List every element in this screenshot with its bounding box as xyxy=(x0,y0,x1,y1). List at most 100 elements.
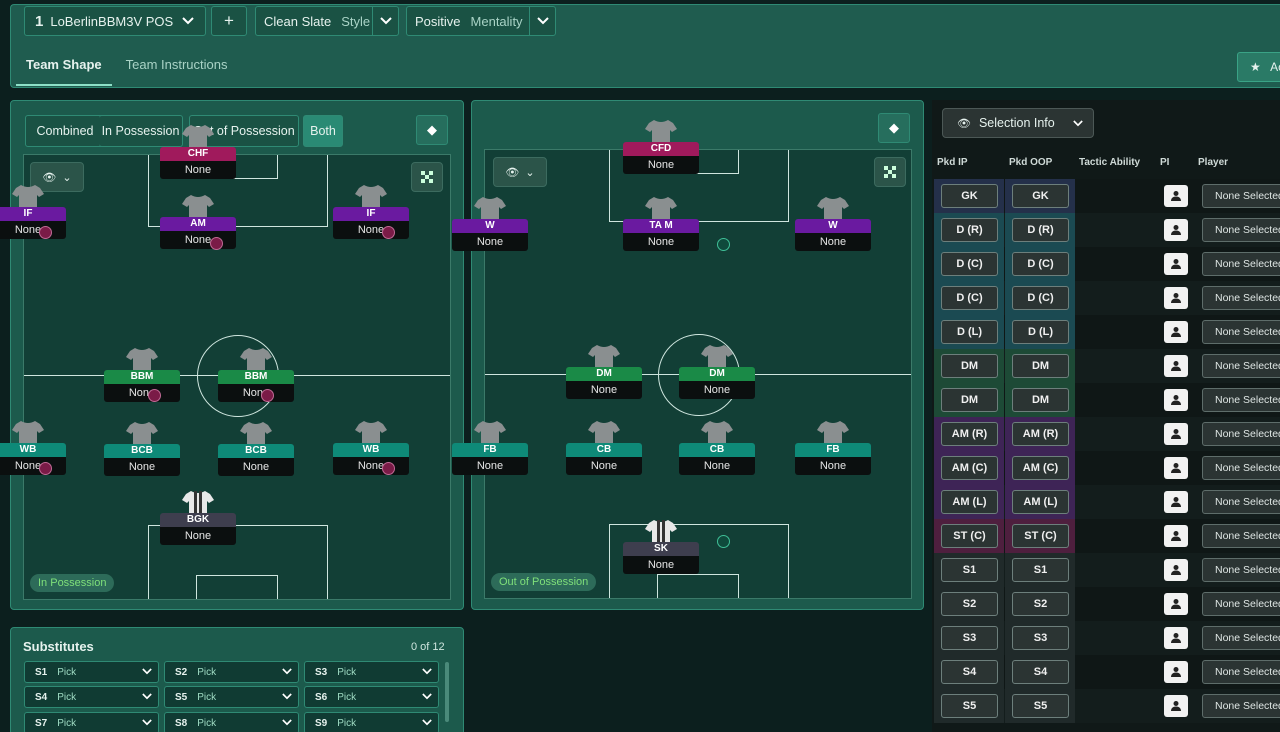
style-dropdown[interactable]: Clean Slate Style xyxy=(255,6,399,36)
position-slot[interactable]: W None xyxy=(452,195,528,251)
pkd-oop-button[interactable]: D (R) xyxy=(1012,218,1069,242)
player-dropdown[interactable]: None Selected xyxy=(1202,456,1280,480)
person-icon[interactable] xyxy=(1164,355,1188,377)
player-dropdown[interactable]: None Selected xyxy=(1202,252,1280,276)
player-dropdown[interactable]: None Selected xyxy=(1202,524,1280,548)
position-slot[interactable]: W None xyxy=(795,195,871,251)
person-icon[interactable] xyxy=(1164,457,1188,479)
person-icon[interactable] xyxy=(1164,627,1188,649)
sub-slot-dropdown[interactable]: S1 Pick xyxy=(24,661,159,683)
pkd-ip-button[interactable]: AM (L) xyxy=(941,490,998,514)
table-row[interactable]: ST (C) ST (C) None Selected xyxy=(934,519,1280,553)
table-row[interactable]: D (C) D (C) None Selected xyxy=(934,247,1280,281)
table-row[interactable]: S1 S1 None Selected xyxy=(934,553,1280,587)
col-pi[interactable]: PI xyxy=(1160,157,1169,168)
pkd-oop-button[interactable]: GK xyxy=(1012,184,1069,208)
table-row[interactable]: D (L) D (L) None Selected xyxy=(934,315,1280,349)
pkd-oop-button[interactable]: AM (C) xyxy=(1012,456,1069,480)
person-icon[interactable] xyxy=(1164,695,1188,717)
position-slot[interactable]: BCB None xyxy=(218,420,294,476)
position-slot[interactable]: WB None xyxy=(0,419,66,475)
pkd-ip-button[interactable]: DM xyxy=(941,388,998,412)
sub-slot-dropdown[interactable]: S6 Pick xyxy=(304,686,439,708)
pkd-ip-button[interactable]: S1 xyxy=(941,558,998,582)
position-slot[interactable]: IF None xyxy=(0,183,66,239)
pkd-ip-button[interactable]: S4 xyxy=(941,660,998,684)
position-slot[interactable]: TA M None xyxy=(623,195,699,251)
person-icon[interactable] xyxy=(1164,253,1188,275)
table-row[interactable]: S3 S3 None Selected xyxy=(934,621,1280,655)
position-slot[interactable]: SK None xyxy=(623,518,699,574)
pkd-oop-button[interactable]: ST (C) xyxy=(1012,524,1069,548)
table-row[interactable]: D (C) D (C) None Selected xyxy=(934,281,1280,315)
pkd-oop-button[interactable]: S4 xyxy=(1012,660,1069,684)
position-slot[interactable]: FB None xyxy=(795,419,871,475)
pkd-oop-button[interactable]: AM (L) xyxy=(1012,490,1069,514)
pkd-ip-button[interactable]: S5 xyxy=(941,694,998,718)
player-dropdown[interactable]: None Selected xyxy=(1202,660,1280,684)
col-pkd-oop[interactable]: Pkd OOP xyxy=(1009,157,1052,168)
position-slot[interactable]: WB None xyxy=(333,419,409,475)
sub-slot-dropdown[interactable]: S5 Pick xyxy=(164,686,299,708)
table-row[interactable]: AM (C) AM (C) None Selected xyxy=(934,451,1280,485)
table-row[interactable]: AM (R) AM (R) None Selected xyxy=(934,417,1280,451)
pkd-oop-button[interactable]: DM xyxy=(1012,388,1069,412)
pkd-oop-button[interactable]: AM (R) xyxy=(1012,422,1069,446)
person-icon[interactable] xyxy=(1164,661,1188,683)
position-slot[interactable]: BGK None xyxy=(160,489,236,545)
table-row[interactable]: D (R) D (R) None Selected xyxy=(934,213,1280,247)
position-slot[interactable]: CHF None xyxy=(160,123,236,179)
table-row[interactable]: S5 S5 None Selected xyxy=(934,689,1280,723)
grid-icon[interactable] xyxy=(874,157,906,187)
person-icon[interactable] xyxy=(1164,423,1188,445)
sub-slot-dropdown[interactable]: S7 Pick xyxy=(24,712,159,732)
position-slot[interactable]: DM None xyxy=(679,343,755,399)
pkd-oop-button[interactable]: S2 xyxy=(1012,592,1069,616)
scrollbar[interactable] xyxy=(445,662,449,722)
pkd-ip-button[interactable]: ST (C) xyxy=(941,524,998,548)
person-icon[interactable] xyxy=(1164,559,1188,581)
pkd-oop-button[interactable]: DM xyxy=(1012,354,1069,378)
player-dropdown[interactable]: None Selected xyxy=(1202,320,1280,344)
position-slot[interactable]: DM None xyxy=(566,343,642,399)
pkd-ip-button[interactable]: D (L) xyxy=(941,320,998,344)
player-dropdown[interactable]: None Selected xyxy=(1202,592,1280,616)
position-slot[interactable]: BBM None xyxy=(218,346,294,402)
add-tactic-button[interactable]: + xyxy=(211,6,247,36)
player-dropdown[interactable]: None Selected xyxy=(1202,388,1280,412)
person-icon[interactable] xyxy=(1164,287,1188,309)
player-dropdown[interactable]: None Selected xyxy=(1202,626,1280,650)
col-pkd-ip[interactable]: Pkd IP xyxy=(937,157,968,168)
table-row[interactable]: S2 S2 None Selected xyxy=(934,587,1280,621)
col-tactic-ability[interactable]: Tactic Ability xyxy=(1079,157,1140,168)
person-icon[interactable] xyxy=(1164,525,1188,547)
player-dropdown[interactable]: None Selected xyxy=(1202,218,1280,242)
pkd-oop-button[interactable]: D (L) xyxy=(1012,320,1069,344)
tab-team-instructions[interactable]: Team Instructions xyxy=(116,52,238,86)
pkd-ip-button[interactable]: D (C) xyxy=(941,252,998,276)
pkd-ip-button[interactable]: D (C) xyxy=(941,286,998,310)
pkd-oop-button[interactable]: D (C) xyxy=(1012,286,1069,310)
sub-slot-dropdown[interactable]: S8 Pick xyxy=(164,712,299,732)
person-icon[interactable] xyxy=(1164,593,1188,615)
person-icon[interactable] xyxy=(1164,185,1188,207)
player-dropdown[interactable]: None Selected xyxy=(1202,694,1280,718)
player-dropdown[interactable]: None Selected xyxy=(1202,422,1280,446)
table-row[interactable]: S4 S4 None Selected xyxy=(934,655,1280,689)
sub-slot-dropdown[interactable]: S3 Pick xyxy=(304,661,439,683)
pkd-oop-button[interactable]: D (C) xyxy=(1012,252,1069,276)
pitch-settings-icon[interactable]: ◆ xyxy=(416,115,448,145)
pkd-ip-button[interactable]: D (R) xyxy=(941,218,998,242)
position-slot[interactable]: CFD None xyxy=(623,118,699,174)
person-icon[interactable] xyxy=(1164,321,1188,343)
position-slot[interactable]: CB None xyxy=(679,419,755,475)
player-dropdown[interactable]: None Selected xyxy=(1202,184,1280,208)
visibility-toggle[interactable]: 👁 ⌄ xyxy=(493,157,547,187)
selection-info-dropdown[interactable]: 👁 Selection Info xyxy=(942,108,1094,138)
player-dropdown[interactable]: None Selected xyxy=(1202,558,1280,582)
table-row[interactable]: GK GK None Selected xyxy=(934,179,1280,213)
pkd-ip-button[interactable]: AM (C) xyxy=(941,456,998,480)
player-dropdown[interactable]: None Selected xyxy=(1202,490,1280,514)
person-icon[interactable] xyxy=(1164,389,1188,411)
pkd-ip-button[interactable]: DM xyxy=(941,354,998,378)
